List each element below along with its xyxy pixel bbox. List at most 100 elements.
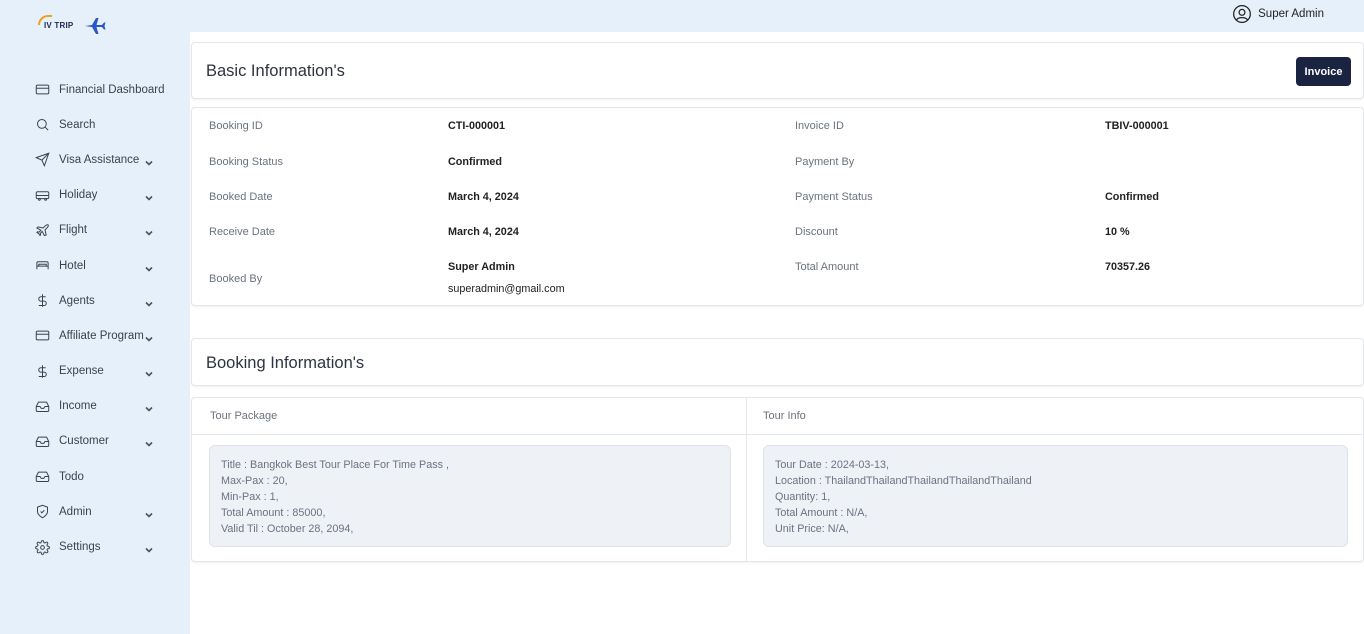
bus-icon — [34, 187, 50, 203]
chevron-down-icon — [144, 366, 154, 377]
tour-info-line: Unit Price: N/A, — [775, 523, 849, 535]
chevron-down-icon — [144, 507, 154, 518]
sidebar-item-income[interactable]: Income — [0, 389, 190, 424]
airplane-logo-icon — [85, 18, 106, 34]
receive-date-value: March 4, 2024 — [448, 226, 519, 238]
shield-icon — [34, 504, 50, 520]
receive-date-label: Receive Date — [209, 226, 276, 238]
booking-info-title: Booking Information's — [206, 354, 365, 372]
sidebar-item-expense[interactable]: Expense — [0, 354, 190, 389]
sidebar-item-label: Admin — [59, 505, 92, 518]
plane-icon — [34, 222, 50, 238]
sidebar-item-label: Holiday — [59, 189, 98, 202]
booking-status-value: Confirmed — [448, 156, 502, 168]
tour-info-line: Location : ThailandThailandThailandThail… — [775, 475, 1032, 487]
sidebar-item-admin[interactable]: Admin — [0, 494, 190, 529]
chevron-down-icon — [144, 436, 154, 448]
tour-package-details: Title : Bangkok Best Tour Place For Time… — [209, 445, 731, 547]
booked-date-value: March 4, 2024 — [448, 191, 519, 203]
sidebar-item-label: Expense — [59, 365, 104, 378]
sidebar-item-customer[interactable]: Customer — [0, 424, 190, 459]
sidebar-item-label: Search — [59, 118, 96, 131]
sidebar-item-label: Todo — [59, 470, 84, 483]
tour-package-line: Min-Pax : 1, — [221, 491, 279, 503]
booking-info-header-card: Booking Information's — [191, 338, 1364, 386]
logo-text: IV TRIP — [38, 14, 73, 30]
booking-status-label: Booking Status — [209, 156, 283, 168]
sidebar-item-settings[interactable]: Settings — [0, 529, 190, 564]
sidebar-item-visa-assistance[interactable]: Visa Assistance — [0, 142, 190, 177]
sidebar-item-label: Visa Assistance — [59, 153, 140, 166]
column-divider — [746, 398, 747, 562]
gear-icon — [34, 539, 50, 555]
discount-label: Discount — [795, 226, 838, 238]
sidebar-nav: Financial Dashboard Search Visa Assistance… — [0, 72, 190, 565]
tour-package-line: Total Amount : 85000, — [221, 507, 326, 519]
discount-value: 10 % — [1105, 226, 1130, 238]
sidebar-item-label: Affiliate Program — [59, 329, 144, 342]
invoice-id-label: Invoice ID — [795, 120, 844, 132]
tour-package-line: Valid Til : October 28, 2094, — [221, 523, 354, 535]
basic-info-title: Basic Information's — [206, 62, 345, 80]
sidebar-item-label: Financial Dashboard — [59, 83, 165, 96]
sidebar-item-financial-dashboard[interactable]: Financial Dashboard — [0, 72, 190, 107]
card-icon — [34, 82, 50, 98]
booked-date-label: Booked Date — [209, 191, 273, 203]
tour-package-line: Max-Pax : 20, — [221, 475, 288, 487]
chevron-down-icon — [144, 155, 154, 166]
sidebar-item-todo[interactable]: Todo — [0, 459, 190, 494]
tour-info-line: Quantity: 1, — [775, 491, 831, 503]
chevron-down-icon — [144, 331, 154, 342]
sidebar-item-holiday[interactable]: Holiday — [0, 178, 190, 213]
tour-package-line: Title : Bangkok Best Tour Place For Time… — [221, 459, 450, 471]
payment-status-label: Payment Status — [795, 191, 873, 203]
payment-by-label: Payment By — [795, 156, 855, 168]
brand-logo[interactable]: IV TRIP — [38, 10, 107, 40]
card-icon — [34, 328, 50, 344]
inbox-icon — [34, 398, 50, 414]
sidebar: IV TRIP Financial Dashboard Search Visa As… — [0, 0, 190, 634]
sidebar-item-flight[interactable]: Flight — [0, 213, 190, 248]
sidebar-item-agents[interactable]: Agents — [0, 283, 190, 318]
booking-id-label: Booking ID — [209, 120, 263, 132]
total-amount-label: Total Amount — [795, 261, 859, 273]
booked-by-email: superadmin@gmail.com — [448, 283, 565, 295]
tour-info-header: Tour Info — [763, 410, 806, 422]
inbox-icon — [34, 469, 50, 485]
sidebar-item-hotel[interactable]: Hotel — [0, 248, 190, 283]
chevron-down-icon — [144, 261, 154, 272]
sidebar-item-label: Flight — [59, 224, 88, 237]
dollar-icon — [34, 293, 50, 309]
sidebar-item-label: Customer — [59, 435, 109, 448]
sidebar-item-label: Agents — [59, 294, 95, 307]
bed-icon — [34, 258, 50, 274]
invoice-id-value: TBIV-000001 — [1105, 120, 1169, 132]
user-icon — [1233, 5, 1252, 23]
tour-info-line: Total Amount : N/A, — [775, 507, 868, 519]
sidebar-item-label: Settings — [59, 541, 101, 554]
dollar-icon — [34, 363, 50, 379]
booked-by-name: Super Admin — [448, 261, 515, 273]
chevron-down-icon — [144, 225, 154, 236]
chevron-down-icon — [144, 296, 154, 307]
send-icon — [34, 152, 50, 168]
chevron-down-icon — [144, 190, 154, 201]
inbox-icon — [34, 433, 50, 449]
total-amount-value: 70357.26 — [1105, 261, 1151, 273]
booking-id-value: CTI-000001 — [448, 120, 506, 132]
user-menu[interactable]: Super Admin — [1232, 3, 1324, 25]
basic-info-header-card: Basic Information's Invoice — [191, 42, 1364, 99]
booked-by-label: Booked By — [209, 273, 263, 285]
chevron-down-icon — [144, 542, 154, 553]
tour-info-line: Tour Date : 2024-03-13, — [775, 459, 890, 471]
user-name: Super Admin — [1258, 8, 1324, 20]
invoice-button[interactable]: Invoice — [1296, 57, 1351, 86]
sidebar-item-affiliate-program[interactable]: Affiliate Program — [0, 318, 190, 353]
payment-status-value: Confirmed — [1105, 191, 1159, 203]
tour-package-header: Tour Package — [210, 410, 278, 422]
sidebar-item-label: Income — [59, 400, 97, 413]
sidebar-item-search[interactable]: Search — [0, 107, 190, 142]
search-icon — [34, 117, 50, 133]
top-header: Super Admin — [190, 0, 1364, 32]
basic-info-details-card: Booking ID CTI-000001 Booking Status Con… — [191, 107, 1364, 306]
